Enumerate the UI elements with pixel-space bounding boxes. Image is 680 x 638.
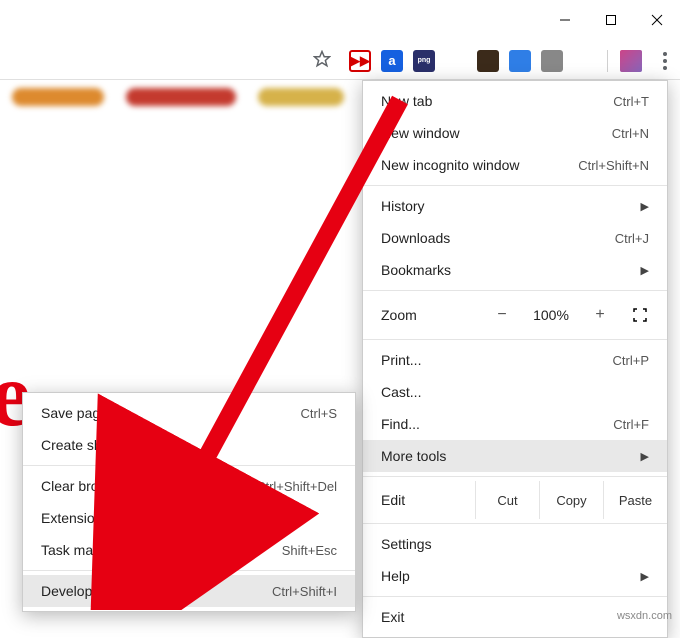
menu-bookmarks[interactable]: Bookmarks ▶: [363, 254, 667, 286]
ext-camera[interactable]: [541, 50, 563, 72]
menu-shortcut: Ctrl+Shift+Del: [256, 479, 337, 494]
ext-a-blue[interactable]: a: [381, 50, 403, 72]
bookmark-item[interactable]: [12, 88, 104, 106]
zoom-in-button[interactable]: +: [583, 301, 617, 329]
chevron-right-icon: ▶: [641, 450, 649, 463]
menu-label: Print...: [381, 352, 421, 368]
menu-label: Save page as...: [41, 405, 138, 421]
menu-label: Edit: [381, 492, 475, 508]
bookmark-item[interactable]: [126, 88, 236, 106]
menu-help[interactable]: Help ▶: [363, 560, 667, 592]
menu-shortcut: Ctrl+S: [301, 406, 337, 421]
edit-paste-button[interactable]: Paste: [603, 481, 667, 519]
menu-zoom-row: Zoom − 100% +: [363, 295, 667, 335]
edit-cut-button[interactable]: Cut: [475, 481, 539, 519]
menu-separator: [363, 476, 667, 477]
fullscreen-button[interactable]: [623, 301, 657, 329]
menu-label: Help: [381, 568, 410, 584]
menu-settings[interactable]: Settings: [363, 528, 667, 560]
menu-label: Zoom: [381, 307, 479, 323]
menu-separator: [363, 290, 667, 291]
window-titlebar: [0, 0, 680, 42]
menu-label: New incognito window: [381, 157, 520, 173]
watermark: wsxdn.com: [617, 610, 672, 622]
menu-label: Exit: [381, 609, 404, 625]
menu-label: Task manager: [41, 542, 129, 558]
ext-label[interactable]: [509, 50, 531, 72]
browser-toolbar: ▶▶ apng: [0, 42, 680, 80]
extensions-area: ▶▶ apng: [349, 50, 595, 72]
menu-edit-row: Edit Cut Copy Paste: [363, 481, 667, 519]
menu-item[interactable]: Cast...: [363, 376, 667, 408]
window-maximize-button[interactable]: [588, 0, 634, 40]
ext-face[interactable]: [477, 50, 499, 72]
menu-label: New tab: [381, 93, 432, 109]
menu-label: Bookmarks: [381, 262, 451, 278]
toolbar-divider: [607, 50, 608, 72]
ext-red[interactable]: ▶▶: [349, 50, 371, 72]
menu-shortcut: Ctrl+J: [615, 231, 649, 246]
menu-shortcut: Shift+Esc: [282, 543, 337, 558]
menu-separator: [363, 339, 667, 340]
menu-shortcut: Ctrl+F: [613, 417, 649, 432]
menu-shortcut: Ctrl+T: [613, 94, 649, 109]
menu-downloads[interactable]: Downloads Ctrl+J: [363, 222, 667, 254]
menu-label: Developer tools: [41, 583, 138, 599]
submenu-item[interactable]: Task manager Shift+Esc: [23, 534, 355, 566]
profile-avatar[interactable]: [620, 50, 642, 72]
menu-item[interactable]: Find... Ctrl+F: [363, 408, 667, 440]
window-close-button[interactable]: [634, 0, 680, 40]
ext-tag[interactable]: [445, 50, 467, 72]
menu-separator: [363, 523, 667, 524]
menu-label: Clear browsing data...: [41, 478, 177, 494]
menu-label: Settings: [381, 536, 432, 552]
menu-label: More tools: [381, 448, 446, 464]
submenu-item[interactable]: Extensions: [23, 502, 355, 534]
menu-item[interactable]: New tab Ctrl+T: [363, 85, 667, 117]
bookmark-star-icon[interactable]: [313, 50, 331, 71]
submenu-item[interactable]: Create shortcut...: [23, 429, 355, 461]
menu-label: Extensions: [41, 510, 109, 526]
submenu-item[interactable]: Save page as... Ctrl+S: [23, 397, 355, 429]
chevron-right-icon: ▶: [641, 200, 649, 213]
menu-shortcut: Ctrl+P: [613, 353, 649, 368]
menu-label: Find...: [381, 416, 420, 432]
ext-colored[interactable]: [573, 50, 595, 72]
chevron-right-icon: ▶: [641, 570, 649, 583]
menu-label: History: [381, 198, 425, 214]
menu-history[interactable]: History ▶: [363, 190, 667, 222]
menu-separator: [23, 465, 355, 466]
menu-more-tools[interactable]: More tools ▶: [363, 440, 667, 472]
menu-label: Cast...: [381, 384, 421, 400]
zoom-value: 100%: [525, 307, 577, 323]
submenu-item[interactable]: Clear browsing data... Ctrl+Shift+Del: [23, 470, 355, 502]
chevron-right-icon: ▶: [641, 264, 649, 277]
menu-label: Create shortcut...: [41, 437, 148, 453]
menu-item[interactable]: New incognito window Ctrl+Shift+N: [363, 149, 667, 181]
menu-shortcut: Ctrl+Shift+I: [272, 584, 337, 599]
main-menu-button[interactable]: [658, 52, 672, 70]
submenu-developer-tools[interactable]: Developer tools Ctrl+Shift+I: [23, 575, 355, 607]
menu-shortcut: Ctrl+Shift+N: [578, 158, 649, 173]
main-menu: New tab Ctrl+T New window Ctrl+N New incogni…: [362, 80, 668, 638]
menu-label: Downloads: [381, 230, 450, 246]
menu-separator: [363, 596, 667, 597]
menu-item[interactable]: Print... Ctrl+P: [363, 344, 667, 376]
menu-shortcut: Ctrl+N: [612, 126, 649, 141]
more-tools-submenu: Save page as...Ctrl+SCreate shortcut... …: [22, 392, 356, 612]
bookmark-item[interactable]: [258, 88, 344, 106]
menu-label: New window: [381, 125, 460, 141]
ext-png[interactable]: png: [413, 50, 435, 72]
menu-separator: [363, 185, 667, 186]
menu-item[interactable]: New window Ctrl+N: [363, 117, 667, 149]
window-minimize-button[interactable]: [542, 0, 588, 40]
edit-copy-button[interactable]: Copy: [539, 481, 603, 519]
menu-separator: [23, 570, 355, 571]
zoom-out-button[interactable]: −: [485, 301, 519, 329]
